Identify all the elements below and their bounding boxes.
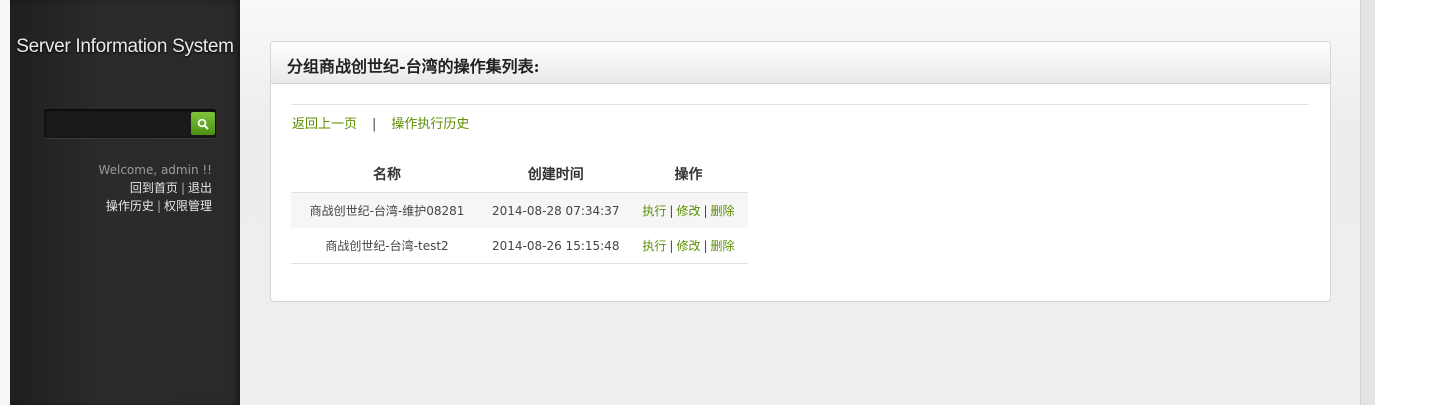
execution-history-link[interactable]: 操作执行历史 — [391, 117, 469, 132]
cell-actions: 执行 | 修改 | 删除 — [628, 192, 749, 228]
search-icon — [197, 118, 209, 130]
separator: | — [372, 117, 377, 132]
table-row: 商战创世纪-台湾-维护08281 2014-08-28 07:34:37 执行 |… — [291, 192, 749, 228]
separator: | — [180, 181, 185, 195]
operation-set-panel: 分组商战创世纪-台湾的操作集列表: 返回上一页 | 操作执行历史 名称 创建时间 操… — [270, 41, 1331, 302]
operation-set-table: 名称 创建时间 操作 商战创世纪-台湾-维护08281 2014-08-28 0… — [291, 156, 749, 264]
scrollbar[interactable] — [1360, 0, 1376, 405]
right-margin — [1375, 0, 1439, 405]
column-header-created: 创建时间 — [483, 156, 629, 193]
app-title: Server Information System — [16, 36, 234, 57]
separator: | — [669, 239, 674, 253]
execute-link[interactable]: 执行 — [642, 204, 666, 218]
cell-name: 商战创世纪-台湾-test2 — [291, 228, 483, 264]
sidebar: Server Information System Welcome, admin… — [10, 0, 240, 405]
table-row: 商战创世纪-台湾-test2 2014-08-26 15:15:48 执行 | 修改… — [291, 228, 749, 264]
back-link[interactable]: 返回上一页 — [292, 117, 357, 132]
separator: | — [156, 199, 161, 213]
cell-name: 商战创世纪-台湾-维护08281 — [291, 192, 483, 228]
permission-management-link[interactable]: 权限管理 — [164, 199, 212, 213]
edit-link[interactable]: 修改 — [676, 239, 700, 253]
user-info: Welcome, admin !! 回到首页 | 退出 操作历史 | 权限管理 — [98, 161, 212, 215]
divider — [291, 104, 1309, 105]
separator: | — [703, 204, 708, 218]
home-link[interactable]: 回到首页 — [130, 181, 178, 195]
panel-title: 分组商战创世纪-台湾的操作集列表: — [287, 57, 540, 76]
delete-link[interactable]: 删除 — [711, 239, 735, 253]
delete-link[interactable]: 删除 — [711, 204, 735, 218]
column-header-actions: 操作 — [628, 156, 749, 193]
separator: | — [669, 204, 674, 218]
execute-link[interactable]: 执行 — [642, 239, 666, 253]
search-button[interactable] — [191, 112, 215, 135]
cell-actions: 执行 | 修改 | 删除 — [628, 228, 749, 264]
welcome-text: Welcome, admin !! — [98, 163, 212, 177]
edit-link[interactable]: 修改 — [676, 204, 700, 218]
separator: | — [703, 239, 708, 253]
cell-created: 2014-08-26 15:15:48 — [483, 228, 629, 264]
table-header-row: 名称 创建时间 操作 — [291, 156, 749, 193]
column-header-name: 名称 — [291, 156, 483, 193]
logout-link[interactable]: 退出 — [188, 181, 212, 195]
left-edge — [0, 0, 10, 405]
panel-links: 返回上一页 | 操作执行历史 — [292, 113, 469, 132]
cell-created: 2014-08-28 07:34:37 — [483, 192, 629, 228]
operation-history-link[interactable]: 操作历史 — [106, 199, 154, 213]
